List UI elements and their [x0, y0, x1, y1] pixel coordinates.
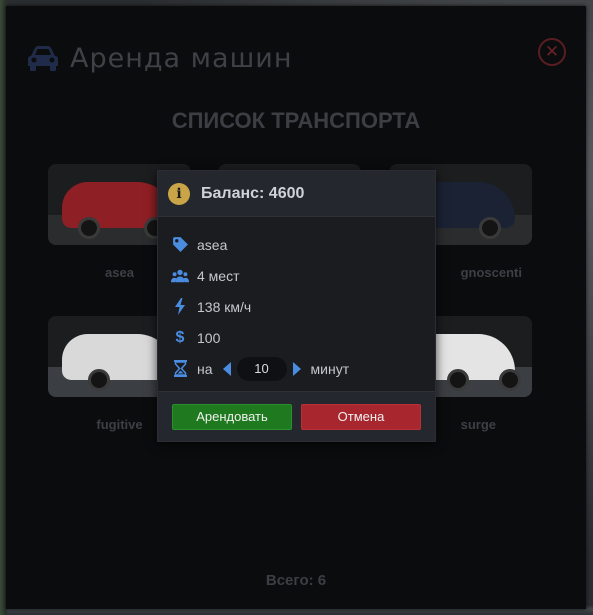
car-icon	[28, 46, 58, 71]
total-count: Всего: 6	[265, 572, 327, 589]
detail-price-text: 100	[197, 329, 221, 346]
rent-dialog: i Баланс: 4600 asea 4 мест 138 км/ч $ 10…	[157, 170, 436, 442]
close-button[interactable]: ✕	[538, 38, 566, 66]
bolt-icon	[171, 298, 189, 316]
detail-speed-text: 138 км/ч	[197, 298, 252, 315]
dollar-icon: $	[175, 328, 185, 346]
info-icon: i	[168, 182, 190, 205]
panel-header: Аренда машин	[26, 36, 293, 80]
app-title: Аренда машин	[70, 42, 293, 74]
duration-row: на 10 минут	[171, 353, 435, 384]
hourglass-icon	[171, 360, 189, 378]
duration-prefix: на	[197, 360, 213, 377]
balance-text: Баланс: 4600	[201, 184, 305, 202]
detail-seats: 4 мест	[171, 260, 435, 291]
dialog-footer: Арендовать Отмена	[158, 391, 435, 441]
vehicle-details: asea 4 мест 138 км/ч $ 100 на 10 минут	[158, 217, 435, 384]
close-icon: ✕	[544, 41, 560, 62]
increase-arrow-icon[interactable]	[292, 361, 301, 376]
users-icon	[171, 267, 189, 285]
dialog-header: i Баланс: 4600	[158, 171, 435, 217]
section-title: СПИСОК ТРАНСПОРТА	[171, 108, 421, 133]
tag-icon	[171, 236, 189, 254]
detail-price: $ 100	[171, 322, 435, 353]
decrease-arrow-icon[interactable]	[222, 361, 231, 376]
detail-seats-text: 4 мест	[197, 267, 240, 284]
detail-speed: 138 км/ч	[171, 291, 435, 322]
detail-model-text: asea	[197, 236, 228, 253]
detail-model: asea	[171, 229, 435, 260]
rent-button[interactable]: Арендовать	[172, 403, 292, 430]
duration-value[interactable]: 10	[236, 356, 287, 381]
cancel-button[interactable]: Отмена	[301, 403, 421, 430]
duration-suffix: минут	[310, 360, 350, 377]
duration-stepper: 10	[222, 356, 301, 381]
